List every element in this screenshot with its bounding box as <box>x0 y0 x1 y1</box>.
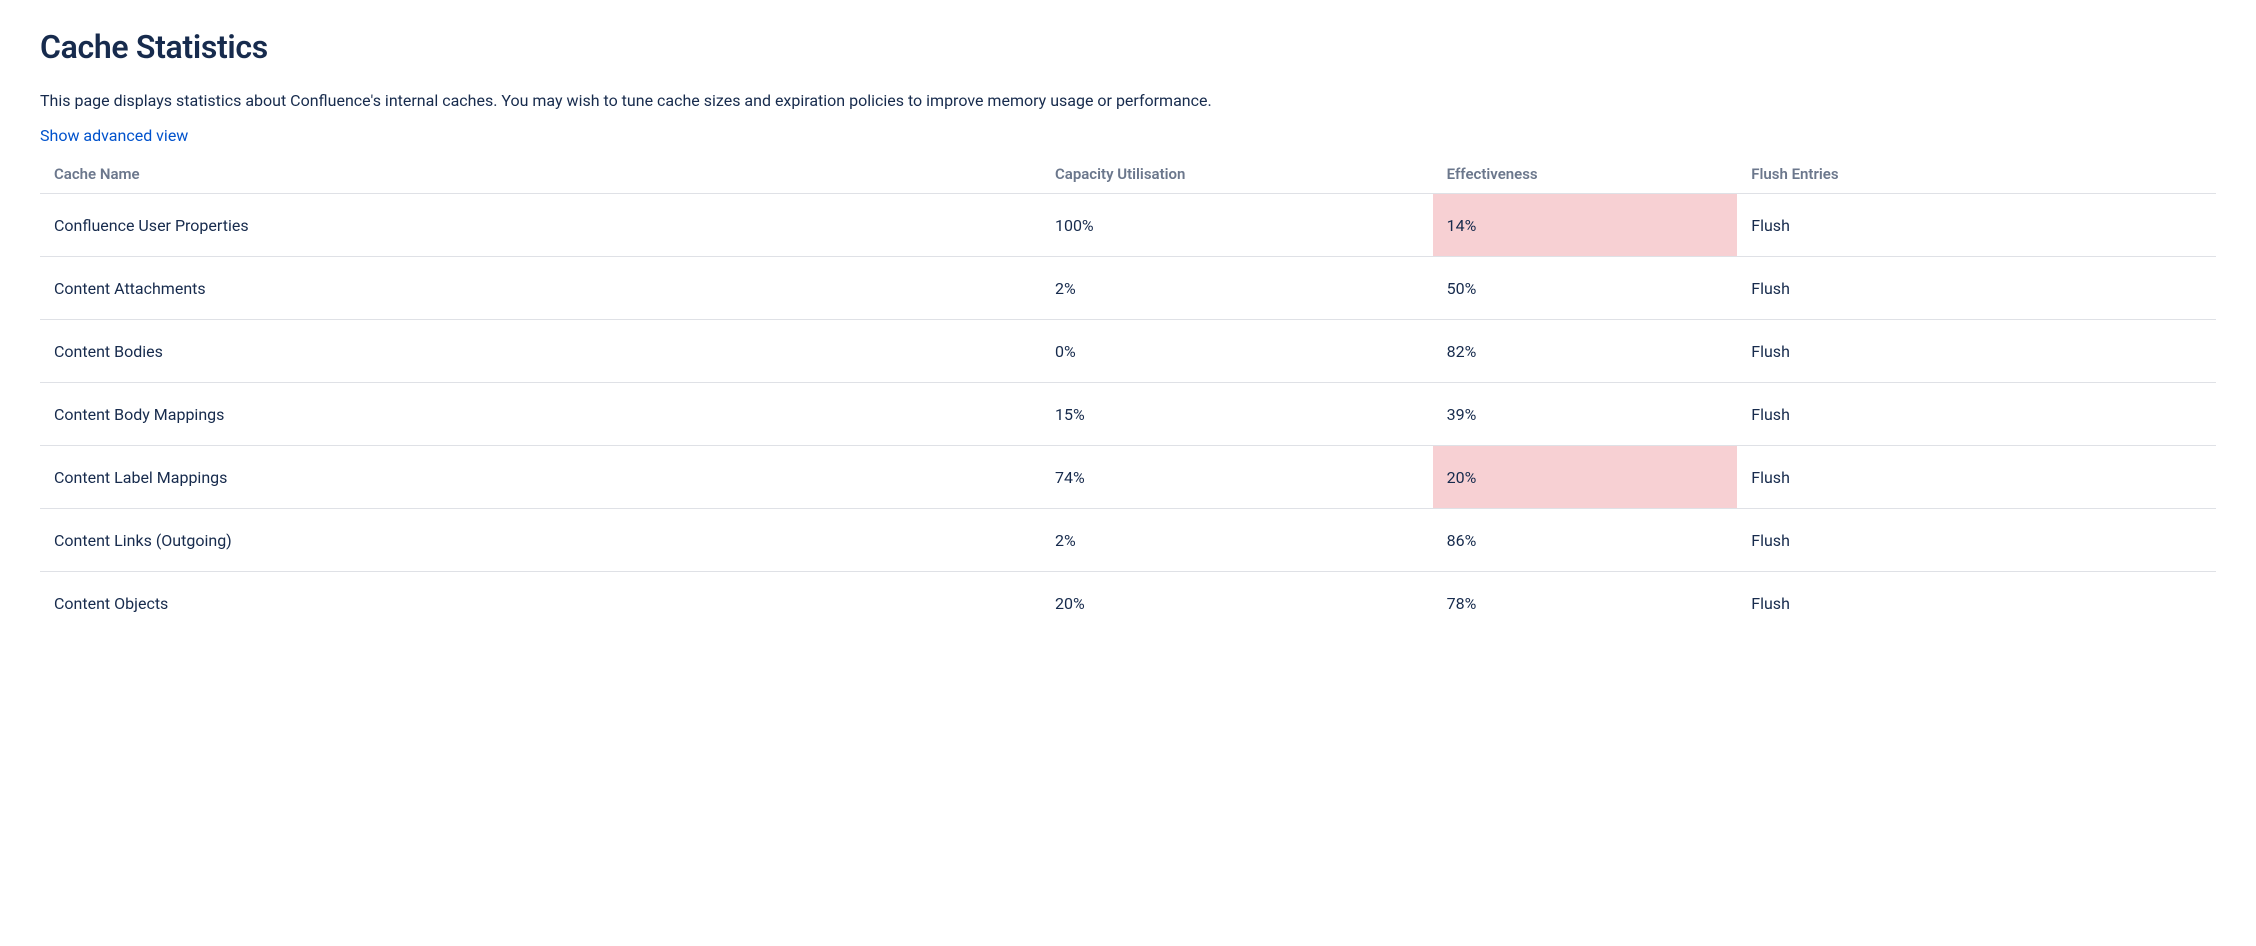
header-cache-name: Cache Name <box>40 155 1041 194</box>
effectiveness-cell: 82% <box>1433 320 1738 383</box>
effectiveness-value: 82% <box>1433 320 1738 382</box>
effectiveness-value: 78% <box>1433 572 1738 634</box>
effectiveness-value: 39% <box>1433 383 1738 445</box>
page-title: Cache Statistics <box>40 28 2216 66</box>
effectiveness-cell: 20% <box>1433 446 1738 509</box>
effectiveness-value: 86% <box>1433 509 1738 571</box>
cache-name-cell: Content Attachments <box>40 257 1041 320</box>
cache-statistics-table: Cache Name Capacity Utilisation Effectiv… <box>40 155 2216 634</box>
flush-entries-cell: Flush <box>1737 572 2216 635</box>
effectiveness-value: 14% <box>1433 194 1738 256</box>
show-advanced-view-link[interactable]: Show advanced view <box>40 126 188 145</box>
table-row: Content Label Mappings74%20% Flush <box>40 446 2216 509</box>
page-description: This page displays statistics about Conf… <box>40 90 2216 112</box>
flush-entries-cell: Flush <box>1737 383 2216 446</box>
capacity-utilisation-cell: 2% <box>1041 257 1433 320</box>
capacity-utilisation-cell: 20% <box>1041 572 1433 635</box>
flush-link[interactable]: Flush <box>1751 216 1790 235</box>
effectiveness-cell: 14% <box>1433 194 1738 257</box>
flush-link[interactable]: Flush <box>1751 531 1790 550</box>
flush-entries-cell: Flush <box>1737 320 2216 383</box>
flush-entries-cell: Flush <box>1737 509 2216 572</box>
flush-entries-cell: Flush <box>1737 446 2216 509</box>
cache-name-cell: Content Label Mappings <box>40 446 1041 509</box>
header-flush-entries: Flush Entries <box>1737 155 2216 194</box>
table-row: Content Bodies0%82% Flush <box>40 320 2216 383</box>
cache-name-cell: Content Body Mappings <box>40 383 1041 446</box>
capacity-utilisation-cell: 0% <box>1041 320 1433 383</box>
header-effectiveness: Effectiveness <box>1433 155 1738 194</box>
header-capacity-utilisation: Capacity Utilisation <box>1041 155 1433 194</box>
table-row: Content Body Mappings15%39% Flush <box>40 383 2216 446</box>
cache-name-cell: Content Links (Outgoing) <box>40 509 1041 572</box>
flush-link[interactable]: Flush <box>1751 279 1790 298</box>
table-header-row: Cache Name Capacity Utilisation Effectiv… <box>40 155 2216 194</box>
cache-name-cell: Content Bodies <box>40 320 1041 383</box>
effectiveness-cell: 78% <box>1433 572 1738 635</box>
table-row: Content Links (Outgoing)2%86% Flush <box>40 509 2216 572</box>
capacity-utilisation-cell: 2% <box>1041 509 1433 572</box>
capacity-utilisation-cell: 74% <box>1041 446 1433 509</box>
table-row: Content Attachments2%50% Flush <box>40 257 2216 320</box>
table-row: Content Objects20%78% Flush <box>40 572 2216 635</box>
capacity-utilisation-cell: 100% <box>1041 194 1433 257</box>
effectiveness-value: 20% <box>1433 446 1738 508</box>
cache-name-cell: Confluence User Properties <box>40 194 1041 257</box>
table-row: Confluence User Properties100%14% Flush <box>40 194 2216 257</box>
cache-name-cell: Content Objects <box>40 572 1041 635</box>
effectiveness-value: 50% <box>1433 257 1738 319</box>
effectiveness-cell: 50% <box>1433 257 1738 320</box>
capacity-utilisation-cell: 15% <box>1041 383 1433 446</box>
flush-link[interactable]: Flush <box>1751 405 1790 424</box>
effectiveness-cell: 39% <box>1433 383 1738 446</box>
effectiveness-cell: 86% <box>1433 509 1738 572</box>
flush-entries-cell: Flush <box>1737 194 2216 257</box>
flush-link[interactable]: Flush <box>1751 342 1790 361</box>
flush-entries-cell: Flush <box>1737 257 2216 320</box>
flush-link[interactable]: Flush <box>1751 468 1790 487</box>
flush-link[interactable]: Flush <box>1751 594 1790 613</box>
